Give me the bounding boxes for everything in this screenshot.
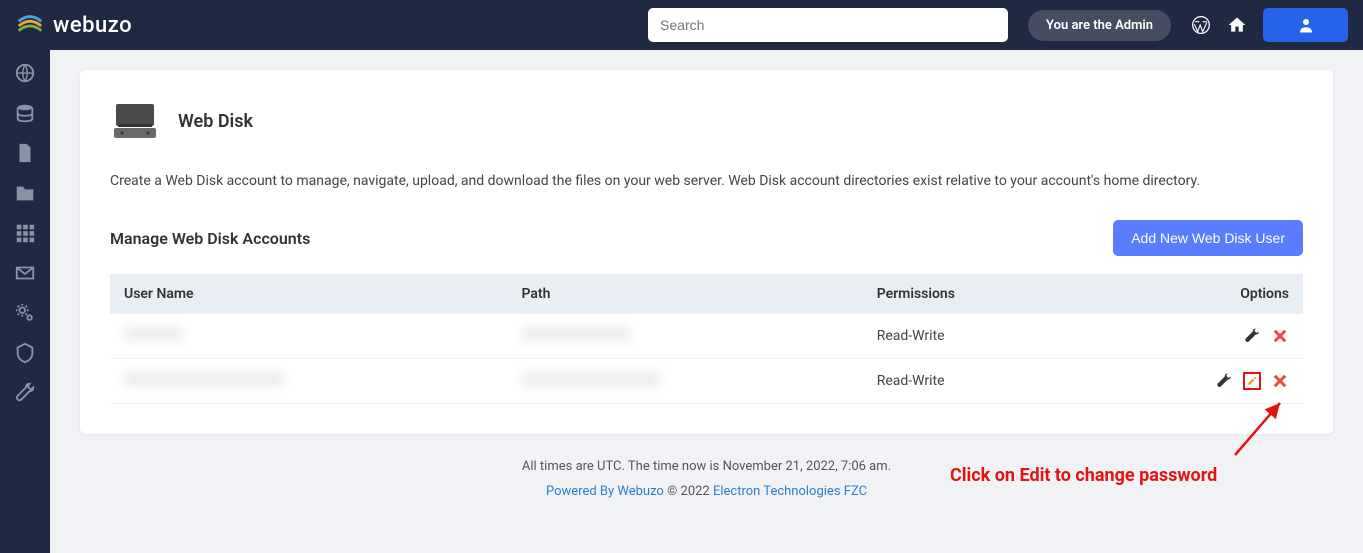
th-username: User Name bbox=[110, 274, 507, 314]
th-path: Path bbox=[507, 274, 862, 314]
cell-options bbox=[1087, 314, 1303, 359]
logo-text: webuzo bbox=[53, 13, 132, 38]
cell-username bbox=[110, 359, 507, 404]
home-icon[interactable] bbox=[1227, 15, 1247, 35]
admin-badge: You are the Admin bbox=[1028, 10, 1171, 41]
page-description: Create a Web Disk account to manage, nav… bbox=[110, 170, 1303, 192]
logo[interactable]: webuzo bbox=[15, 10, 132, 40]
delete-icon[interactable] bbox=[1271, 372, 1289, 390]
th-options: Options bbox=[1087, 274, 1303, 314]
annotation-text: Click on Edit to change password bbox=[950, 465, 1217, 486]
sidebar-file-icon[interactable] bbox=[14, 142, 36, 164]
th-permissions: Permissions bbox=[863, 274, 1088, 314]
annotation-arrow bbox=[1225, 395, 1295, 465]
delete-icon[interactable] bbox=[1271, 327, 1289, 345]
wrench-icon[interactable] bbox=[1243, 327, 1261, 345]
sidebar-folder-icon[interactable] bbox=[14, 182, 36, 204]
disk-icon bbox=[110, 100, 160, 142]
sidebar-wrench-icon[interactable] bbox=[14, 382, 36, 404]
search-input[interactable] bbox=[660, 17, 996, 33]
table-row: Read-Write bbox=[110, 359, 1303, 404]
wrench-icon[interactable] bbox=[1215, 372, 1233, 390]
page-header: Web Disk bbox=[110, 100, 1303, 142]
footer-copyright: Powered By Webuzo © 2022 Electron Techno… bbox=[80, 484, 1333, 499]
cell-path bbox=[507, 359, 862, 404]
left-sidebar bbox=[0, 50, 50, 553]
edit-icon[interactable] bbox=[1243, 372, 1261, 390]
page-title: Web Disk bbox=[178, 111, 253, 132]
sidebar-globe-icon[interactable] bbox=[14, 62, 36, 84]
table-header-row: User Name Path Permissions Options bbox=[110, 274, 1303, 314]
top-header: webuzo You are the Admin bbox=[0, 0, 1363, 50]
cell-username bbox=[110, 314, 507, 359]
cell-path bbox=[507, 314, 862, 359]
sidebar-cogs-icon[interactable] bbox=[14, 302, 36, 324]
wordpress-icon[interactable] bbox=[1191, 15, 1211, 35]
section-title: Manage Web Disk Accounts bbox=[110, 229, 310, 248]
cell-permissions: Read-Write bbox=[863, 359, 1088, 404]
add-webdisk-user-button[interactable]: Add New Web Disk User bbox=[1113, 220, 1303, 256]
content-card: Web Disk Create a Web Disk account to ma… bbox=[80, 70, 1333, 434]
webdisk-table: User Name Path Permissions Options Read-… bbox=[110, 274, 1303, 404]
search-box[interactable] bbox=[648, 8, 1008, 42]
user-menu-button[interactable] bbox=[1263, 8, 1348, 42]
sidebar-envelope-icon[interactable] bbox=[14, 262, 36, 284]
webuzo-logo-icon bbox=[15, 10, 45, 40]
sidebar-database-icon[interactable] bbox=[14, 102, 36, 124]
sidebar-shield-icon[interactable] bbox=[14, 342, 36, 364]
cell-permissions: Read-Write bbox=[863, 314, 1088, 359]
sidebar-grid-icon[interactable] bbox=[14, 222, 36, 244]
table-row: Read-Write bbox=[110, 314, 1303, 359]
company-link[interactable]: Electron Technologies FZC bbox=[713, 484, 867, 499]
powered-link[interactable]: Powered By Webuzo bbox=[546, 484, 664, 499]
section-header-row: Manage Web Disk Accounts Add New Web Dis… bbox=[110, 220, 1303, 256]
